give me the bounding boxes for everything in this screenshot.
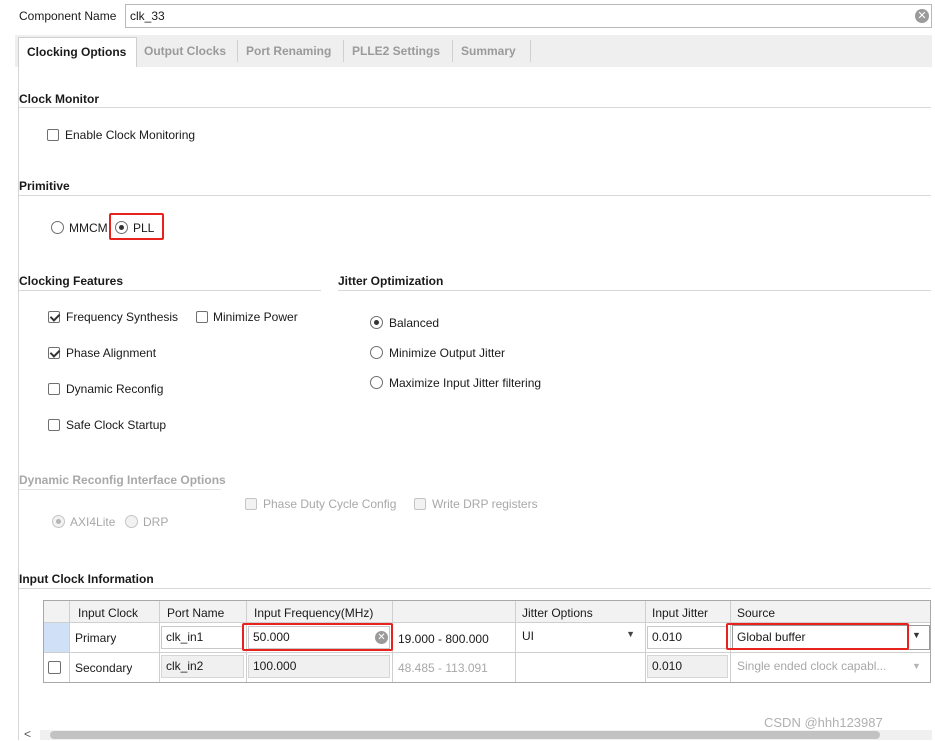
frequency-synthesis-checkbox[interactable] [48,311,60,323]
jitter-min-output-label: Minimize Output Jitter [389,346,506,360]
enable-clock-monitoring-label: Enable Clock Monitoring [65,128,196,142]
axi4lite-label: AXI4Lite [70,515,116,529]
divider [19,489,221,490]
secondary-input-frequency-input[interactable]: 100.000 [248,655,390,678]
jitter-min-output-radio[interactable] [370,346,383,359]
divider [19,107,931,108]
drp-radio[interactable] [125,515,138,528]
jitter-balanced-label: Balanced [389,316,440,330]
secondary-input-frequency-value: 100.000 [253,659,297,673]
jitter-balanced-radio[interactable] [370,316,383,329]
enable-clock-monitoring-checkbox[interactable] [47,129,59,141]
primitive-title: Primitive [19,179,70,193]
column-header: Jitter Options [522,606,593,620]
row-selector[interactable] [44,623,69,652]
secondary-input-jitter-value: 0.010 [652,659,683,673]
primitive-mmcm-label: MMCM [69,221,108,235]
column-header: Source [737,606,776,620]
clocking-features-title: Clocking Features [19,274,124,288]
divider [19,195,931,196]
tab-port-renaming[interactable]: Port Renaming [238,37,339,67]
dynamic-interface-title: Dynamic Reconfig Interface Options [19,473,226,487]
column-header: Input Jitter [652,606,709,620]
dynamic-reconfig-checkbox[interactable] [48,383,60,395]
divider [19,588,931,589]
column-divider [69,601,70,682]
column-divider [645,601,646,682]
row-divider [44,652,930,653]
tab-clocking-options[interactable]: Clocking Options [18,37,137,67]
dropdown-arrow-icon[interactable]: ▼ [912,630,921,640]
phase-alignment-label: Phase Alignment [66,346,157,360]
column-header: Port Name [167,606,225,620]
axi4lite-radio[interactable] [52,515,65,528]
watermark: CSDN @hhh123987 [764,715,883,730]
source-highlight-box [726,623,909,650]
minimize-power-checkbox[interactable] [196,311,208,323]
minimize-power-label: Minimize Power [213,310,298,324]
component-name-value: clk_33 [130,9,165,23]
table-row-name: Primary [75,631,117,645]
secondary-source-select[interactable]: Single ended clock capabl... [737,659,907,673]
clock-monitor-title: Clock Monitor [19,92,99,106]
dynamic-reconfig-label: Dynamic Reconfig [66,382,164,396]
primary-frequency-range: 19.000 - 800.000 [398,632,489,646]
scroll-left-arrow[interactable]: < [24,727,31,741]
content-left-border [18,66,19,740]
secondary-port-name-input[interactable]: clk_in2 [161,655,244,678]
dropdown-arrow-icon: ▼ [912,661,921,671]
primitive-mmcm-radio[interactable] [51,221,64,234]
secondary-enable-checkbox[interactable] [48,661,61,674]
primary-input-jitter-value: 0.010 [652,630,683,644]
primary-port-name-value: clk_in1 [166,630,204,644]
tab-summary[interactable]: Summary [453,37,524,67]
horizontal-scrollbar-thumb[interactable] [50,731,880,739]
component-name-label: Component Name [19,9,117,23]
write-drp-checkbox[interactable] [414,498,426,510]
phase-duty-cycle-label: Phase Duty Cycle Config [263,497,397,511]
column-header: Input Frequency(MHz) [254,606,374,620]
phase-alignment-checkbox[interactable] [48,347,60,359]
phase-duty-cycle-checkbox[interactable] [245,498,257,510]
drp-label: DRP [143,515,169,529]
frequency-synthesis-label: Frequency Synthesis [66,310,179,324]
primary-jitter-options-select[interactable]: UI ▼ [516,624,645,651]
jitter-max-input-label: Maximize Input Jitter filtering [389,376,542,390]
input-clock-title: Input Clock Information [19,572,154,586]
frequency-highlight-box [242,623,393,651]
secondary-source-value: Single ended clock capabl... [737,659,887,673]
jitter-optimization-title: Jitter Optimization [338,274,444,288]
safe-clock-startup-checkbox[interactable] [48,419,60,431]
safe-clock-startup-label: Safe Clock Startup [66,418,167,432]
divider [338,290,931,291]
secondary-port-name-value: clk_in2 [166,659,204,673]
dropdown-arrow-icon: ▼ [626,629,635,639]
divider [19,290,321,291]
tab-output-clocks[interactable]: Output Clocks [136,37,234,67]
tab-divider [530,40,531,62]
primary-jitter-options-value: UI [522,629,534,643]
clear-icon[interactable]: ✕ [915,9,929,23]
primary-port-name-input[interactable]: clk_in1 [161,626,244,649]
tab-plle2-settings[interactable]: PLLE2 Settings [344,37,448,67]
component-name-input[interactable]: clk_33 [125,4,932,28]
pll-highlight-box [109,213,164,240]
column-header: Input Clock [78,606,139,620]
secondary-frequency-range: 48.485 - 113.091 [398,661,488,675]
write-drp-label: Write DRP registers [432,497,538,511]
column-divider [159,601,160,682]
secondary-input-jitter-input[interactable]: 0.010 [647,655,728,678]
table-row-name: Secondary [75,661,133,675]
jitter-max-input-radio[interactable] [370,376,383,389]
primary-input-jitter-input[interactable]: 0.010 [647,626,728,649]
